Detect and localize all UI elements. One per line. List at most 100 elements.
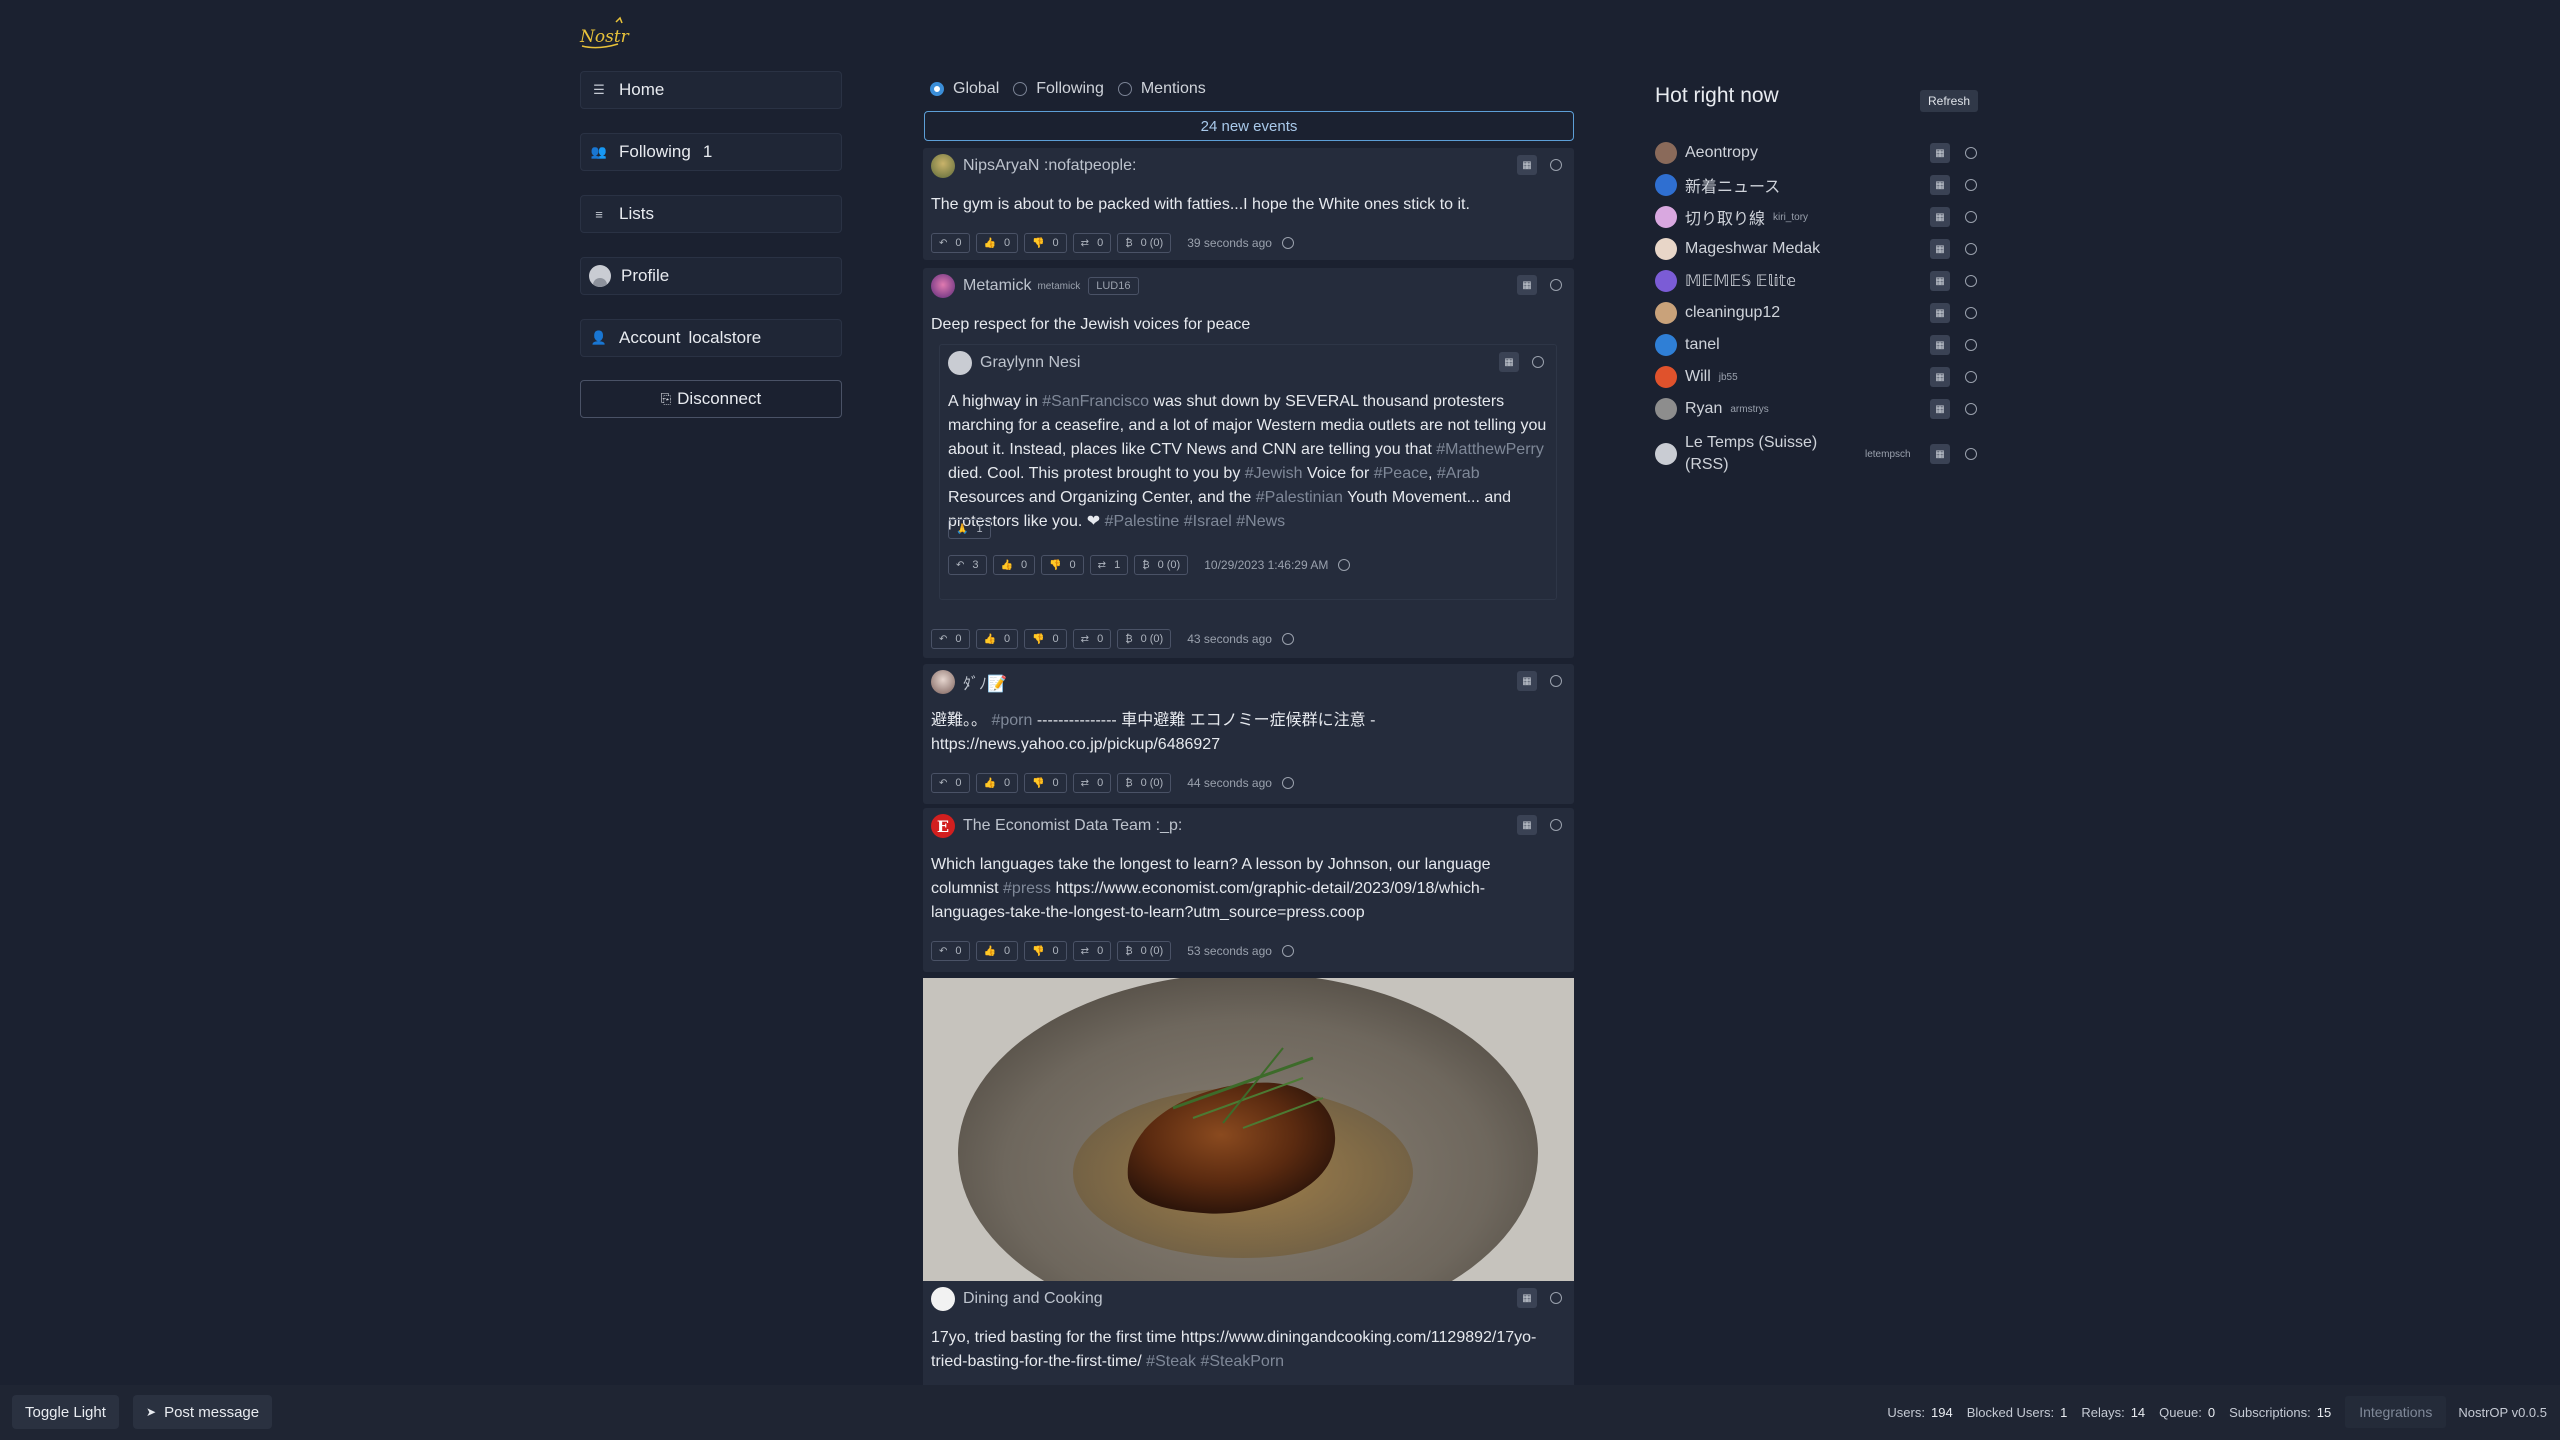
hot-item[interactable]: Will jb55 ▦ — [1655, 366, 1981, 388]
zap-button[interactable]: ₿ 0 (0) — [1117, 773, 1172, 793]
repost-button[interactable]: ⇄ 1 — [1089, 555, 1129, 575]
filter-following[interactable]: Following — [1013, 80, 1104, 98]
dislike-button[interactable]: 👎 0 — [1024, 773, 1067, 793]
hot-item-name[interactable]: cleaningup12 — [1685, 304, 1780, 322]
reply-button[interactable]: ↶ 0 — [931, 233, 970, 253]
post-time[interactable]: 53 seconds ago — [1187, 944, 1272, 958]
post-time[interactable]: 10/29/2023 1:46:29 AM — [1204, 558, 1328, 572]
hashtag-link[interactable]: #Palestine — [1105, 513, 1180, 530]
info-icon[interactable] — [1546, 275, 1566, 295]
qr-icon[interactable]: ▦ — [1517, 1288, 1537, 1308]
radio-following[interactable] — [1013, 82, 1028, 96]
like-button[interactable]: 👍 0 — [975, 941, 1019, 961]
quoted-author[interactable]: Graylynn Nesi — [980, 354, 1080, 372]
app-logo[interactable]: Nostr — [578, 16, 630, 52]
radio-mentions[interactable] — [1117, 82, 1132, 96]
like-button[interactable]: 👍 0 — [975, 629, 1019, 649]
avatar[interactable] — [1655, 334, 1677, 356]
nav-home[interactable]: ☰ Home — [580, 71, 842, 109]
nav-account[interactable]: 👤 Account localstore — [580, 319, 842, 357]
dislike-button[interactable]: 👎 0 — [1041, 555, 1084, 575]
refresh-button[interactable]: Refresh — [1920, 90, 1979, 112]
avatar[interactable] — [948, 351, 972, 375]
qr-icon[interactable]: ▦ — [1930, 271, 1950, 291]
post-author[interactable]: Metamick — [963, 277, 1031, 295]
hot-item-name[interactable]: 新着ニュース — [1685, 173, 1780, 197]
post-message-button[interactable]: ➤ Post message — [133, 1395, 273, 1429]
info-icon[interactable] — [1961, 143, 1981, 163]
avatar[interactable] — [1655, 270, 1677, 292]
post-image[interactable] — [923, 978, 1574, 1281]
hot-item-name[interactable]: 切り取り線 — [1685, 205, 1765, 229]
post-author[interactable]: NipsAryaN :nofatpeople: — [963, 157, 1136, 175]
info-icon[interactable] — [1546, 155, 1566, 175]
hot-item[interactable]: 切り取り線 kiri_tory ▦ — [1655, 206, 1981, 228]
info-icon[interactable] — [1961, 367, 1981, 387]
info-icon[interactable] — [1278, 629, 1298, 649]
qr-icon[interactable]: ▦ — [1517, 815, 1537, 835]
hot-item-name[interactable]: Will — [1685, 368, 1711, 386]
avatar[interactable]: E — [931, 814, 955, 838]
qr-icon[interactable]: ▦ — [1517, 275, 1537, 295]
reply-button[interactable]: ↶ 0 — [931, 941, 970, 961]
qr-icon[interactable]: ▦ — [1930, 444, 1950, 464]
hot-item[interactable]: 新着ニュース ▦ — [1655, 174, 1981, 196]
reaction-chip[interactable]: 🙏 1 — [948, 519, 991, 539]
hot-item-name[interactable]: Ryan — [1685, 400, 1722, 418]
avatar[interactable] — [1655, 206, 1677, 228]
hashtag-link[interactable]: #SteakPorn — [1200, 1353, 1284, 1370]
qr-icon[interactable]: ▦ — [1930, 335, 1950, 355]
new-events-button[interactable]: 24 new events — [924, 111, 1574, 141]
qr-icon[interactable]: ▦ — [1930, 207, 1950, 227]
hashtag-link[interactable]: #Israel — [1184, 513, 1232, 530]
dislike-button[interactable]: 👎 0 — [1024, 233, 1067, 253]
nav-profile[interactable]: Profile — [580, 257, 842, 295]
hot-item[interactable]: cleaningup12 ▦ — [1655, 302, 1981, 324]
info-icon[interactable] — [1961, 271, 1981, 291]
avatar[interactable] — [931, 274, 955, 298]
qr-icon[interactable]: ▦ — [1930, 303, 1950, 323]
avatar[interactable] — [1655, 443, 1677, 465]
nav-following[interactable]: 👥 Following 1 — [580, 133, 842, 171]
info-icon[interactable] — [1961, 399, 1981, 419]
avatar[interactable] — [1655, 142, 1677, 164]
info-icon[interactable] — [1961, 175, 1981, 195]
reply-button[interactable]: ↶ 0 — [931, 629, 970, 649]
repost-button[interactable]: ⇄ 0 — [1072, 629, 1112, 649]
repost-button[interactable]: ⇄ 0 — [1072, 773, 1112, 793]
qr-icon[interactable]: ▦ — [1517, 155, 1537, 175]
filter-global[interactable]: Global — [930, 80, 999, 98]
info-icon[interactable] — [1961, 207, 1981, 227]
hashtag-link[interactable]: #Jewish — [1245, 465, 1303, 482]
zap-button[interactable]: ₿ 0 (0) — [1134, 555, 1189, 575]
qr-icon[interactable]: ▦ — [1930, 399, 1950, 419]
post-author[interactable]: ﾀﾞﾉ📝 — [963, 670, 1007, 694]
quoted-post[interactable]: Graylynn Nesi ▦ A highway in #SanFrancis… — [939, 344, 1557, 600]
zap-button[interactable]: ₿ 0 (0) — [1117, 941, 1172, 961]
qr-icon[interactable]: ▦ — [1930, 239, 1950, 259]
hot-item[interactable]: tanel ▦ — [1655, 334, 1981, 356]
zap-button[interactable]: ₿ 0 (0) — [1117, 629, 1172, 649]
reply-button[interactable]: ↶ 0 — [931, 773, 970, 793]
post-time[interactable]: 43 seconds ago — [1187, 632, 1272, 646]
hashtag-link[interactable]: #porn — [987, 712, 1032, 729]
qr-icon[interactable]: ▦ — [1499, 352, 1519, 372]
info-icon[interactable] — [1334, 555, 1354, 575]
lud16-badge[interactable]: LUD16 — [1088, 277, 1139, 295]
qr-icon[interactable]: ▦ — [1930, 175, 1950, 195]
disconnect-button[interactable]: ⎘ Disconnect — [580, 380, 842, 418]
hashtag-link[interactable]: #Peace — [1374, 465, 1428, 482]
qr-icon[interactable]: ▦ — [1930, 143, 1950, 163]
hot-item[interactable]: Le Temps (Suisse) (RSS) letempsch ▦ — [1655, 430, 1981, 478]
nav-lists[interactable]: ≡ Lists — [580, 195, 842, 233]
repost-button[interactable]: ⇄ 0 — [1072, 233, 1112, 253]
like-button[interactable]: 👍 0 — [992, 555, 1036, 575]
hashtag-link[interactable]: #MatthewPerry — [1436, 441, 1544, 458]
info-icon[interactable] — [1961, 239, 1981, 259]
avatar[interactable] — [931, 1287, 955, 1311]
hot-item[interactable]: Ryan armstrys ▦ — [1655, 398, 1981, 420]
hot-item[interactable]: 𝕄𝔼𝕄𝔼𝕊 𝔼𝕝𝕚𝕥𝕖 ▦ — [1655, 270, 1981, 292]
hot-item[interactable]: Mageshwar Medak ▦ — [1655, 238, 1981, 260]
avatar[interactable] — [931, 154, 955, 178]
avatar[interactable] — [931, 670, 955, 694]
